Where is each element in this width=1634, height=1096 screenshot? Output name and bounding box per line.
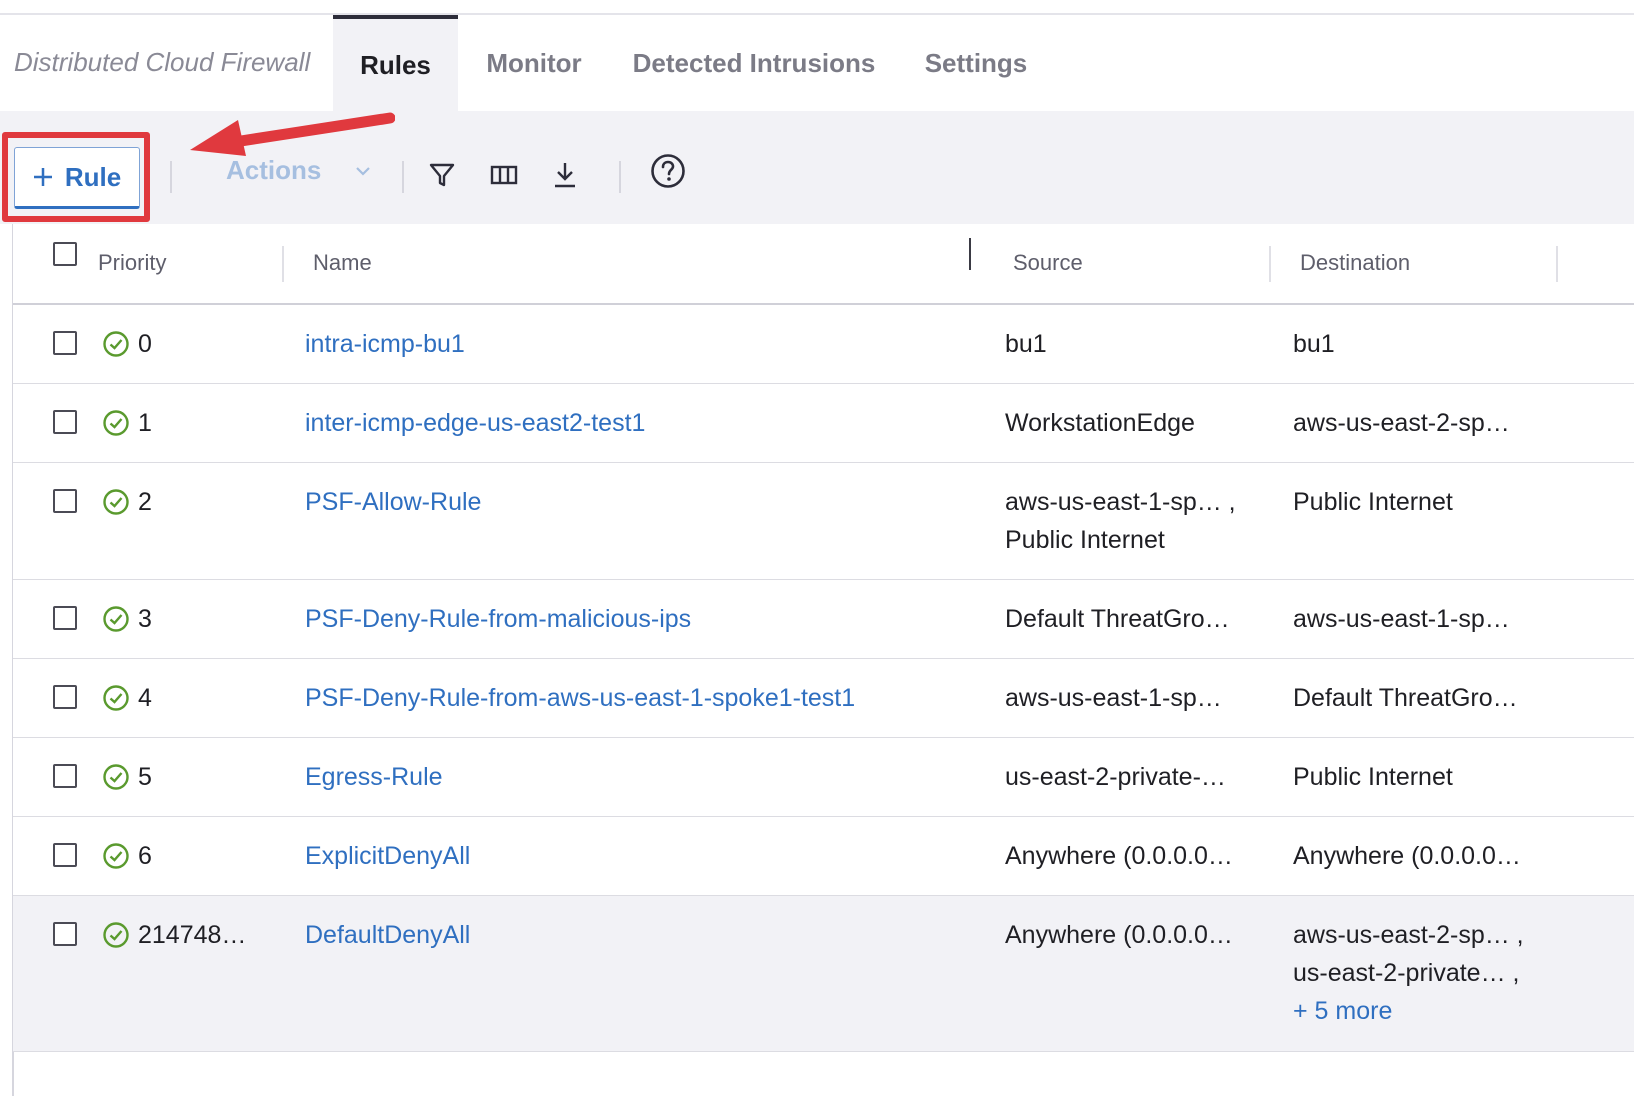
check-circle-icon: [103, 764, 129, 790]
row-name-link[interactable]: inter-icmp-edge-us-east2-test1: [305, 404, 645, 442]
row-destination: Public Internet: [1293, 488, 1453, 516]
row-checkbox[interactable]: [53, 606, 77, 630]
page-header-tabs: Distributed Cloud Firewall Rules Monitor…: [0, 15, 1634, 111]
row-priority: 0: [138, 330, 152, 358]
row-destination: bu1: [1293, 330, 1335, 358]
filter-icon[interactable]: [424, 157, 460, 193]
table-row[interactable]: 1 inter-icmp-edge-us-east2-test1 Worksta…: [13, 384, 1634, 463]
select-all-checkbox[interactable]: [53, 242, 77, 266]
row-name-link[interactable]: Egress-Rule: [305, 758, 443, 796]
check-circle-icon: [103, 331, 129, 357]
row-source: Anywhere (0.0.0.0…: [1005, 921, 1233, 949]
table-row[interactable]: 3 PSF-Deny-Rule-from-malicious-ips Defau…: [13, 580, 1634, 659]
help-icon[interactable]: [648, 151, 688, 191]
check-circle-icon: [103, 410, 129, 436]
column-resizer[interactable]: [1269, 246, 1271, 282]
table-row[interactable]: 0 intra-icmp-bu1 bu1 bu1: [13, 305, 1634, 384]
row-source: us-east-2-private-…: [1005, 763, 1226, 791]
row-source: Public Internet: [1005, 526, 1165, 554]
annotation-arrow: [190, 112, 395, 156]
table-header: Priority Name Source Destination: [13, 224, 1634, 305]
row-source: Anywhere (0.0.0.0…: [1005, 842, 1233, 870]
columns-icon[interactable]: [486, 157, 522, 193]
row-name-link[interactable]: ExplicitDenyAll: [305, 837, 470, 875]
tab-rules[interactable]: Rules: [333, 15, 458, 111]
row-name-link[interactable]: DefaultDenyAll: [305, 916, 470, 954]
row-priority: 5: [138, 763, 152, 791]
row-source: aws-us-east-1-sp…: [1005, 684, 1222, 712]
row-destination: Anywhere (0.0.0.0…: [1293, 842, 1521, 870]
toolbar-divider: [402, 161, 404, 193]
row-name-link[interactable]: PSF-Deny-Rule-from-malicious-ips: [305, 600, 691, 638]
row-name-link[interactable]: PSF-Deny-Rule-from-aws-us-east-1-spoke1-…: [305, 679, 855, 717]
column-resizer[interactable]: [1556, 246, 1558, 282]
row-source: bu1: [1005, 330, 1047, 358]
table-row[interactable]: 5 Egress-Rule us-east-2-private-… Public…: [13, 738, 1634, 817]
row-checkbox[interactable]: [53, 843, 77, 867]
row-priority: 6: [138, 842, 152, 870]
row-checkbox[interactable]: [53, 410, 77, 434]
chevron-down-icon: [356, 166, 371, 176]
row-priority: 3: [138, 605, 152, 633]
row-destination: aws-us-east-1-sp…: [1293, 605, 1510, 633]
table-row[interactable]: 2 PSF-Allow-Rule aws-us-east-1-sp… , Pub…: [13, 463, 1634, 580]
column-header-destination[interactable]: Destination: [1300, 250, 1410, 276]
row-destination: Default ThreatGro…: [1293, 684, 1518, 712]
column-resizer[interactable]: [969, 238, 971, 270]
row-source: WorkstationEdge: [1005, 409, 1195, 437]
row-destination: aws-us-east-2-sp…: [1293, 409, 1510, 437]
toolbar-divider: [619, 161, 621, 193]
row-checkbox[interactable]: [53, 764, 77, 788]
row-checkbox[interactable]: [53, 489, 77, 513]
row-name-link[interactable]: PSF-Allow-Rule: [305, 483, 481, 521]
column-header-source[interactable]: Source: [1013, 250, 1083, 276]
row-source: Default ThreatGro…: [1005, 605, 1230, 633]
column-header-name[interactable]: Name: [313, 250, 372, 276]
row-priority: 2: [138, 488, 152, 516]
column-header-priority[interactable]: Priority: [98, 250, 166, 276]
toolbar-divider: [170, 161, 172, 193]
row-checkbox[interactable]: [53, 685, 77, 709]
table-row[interactable]: 214748… DefaultDenyAll Anywhere (0.0.0.0…: [13, 896, 1634, 1052]
download-icon[interactable]: [547, 157, 583, 193]
column-resizer[interactable]: [282, 246, 284, 282]
check-circle-icon: [103, 843, 129, 869]
row-checkbox[interactable]: [53, 922, 77, 946]
breadcrumb: Distributed Cloud Firewall: [14, 47, 311, 77]
row-priority: 214748…: [138, 921, 247, 949]
rules-table: Priority Name Source Destination 0 intra…: [13, 224, 1634, 1052]
row-name-link[interactable]: intra-icmp-bu1: [305, 325, 465, 363]
row-destination: aws-us-east-2-sp… ,: [1293, 921, 1524, 949]
row-destination: us-east-2-private… ,: [1293, 959, 1520, 987]
row-checkbox[interactable]: [53, 331, 77, 355]
table-row[interactable]: 6 ExplicitDenyAll Anywhere (0.0.0.0… Any…: [13, 817, 1634, 896]
annotation-highlight-box: [2, 132, 150, 222]
tab-settings[interactable]: Settings: [912, 15, 1040, 111]
row-priority: 1: [138, 409, 152, 437]
check-circle-icon: [103, 922, 129, 948]
table-row[interactable]: 4 PSF-Deny-Rule-from-aws-us-east-1-spoke…: [13, 659, 1634, 738]
show-more-link[interactable]: + 5 more: [1293, 992, 1392, 1030]
check-circle-icon: [103, 489, 129, 515]
check-circle-icon: [103, 606, 129, 632]
tab-monitor[interactable]: Monitor: [474, 15, 594, 111]
row-priority: 4: [138, 684, 152, 712]
tab-detected-intrusions[interactable]: Detected Intrusions: [624, 15, 884, 111]
row-source: aws-us-east-1-sp… ,: [1005, 488, 1236, 516]
check-circle-icon: [103, 685, 129, 711]
row-destination: Public Internet: [1293, 763, 1453, 791]
